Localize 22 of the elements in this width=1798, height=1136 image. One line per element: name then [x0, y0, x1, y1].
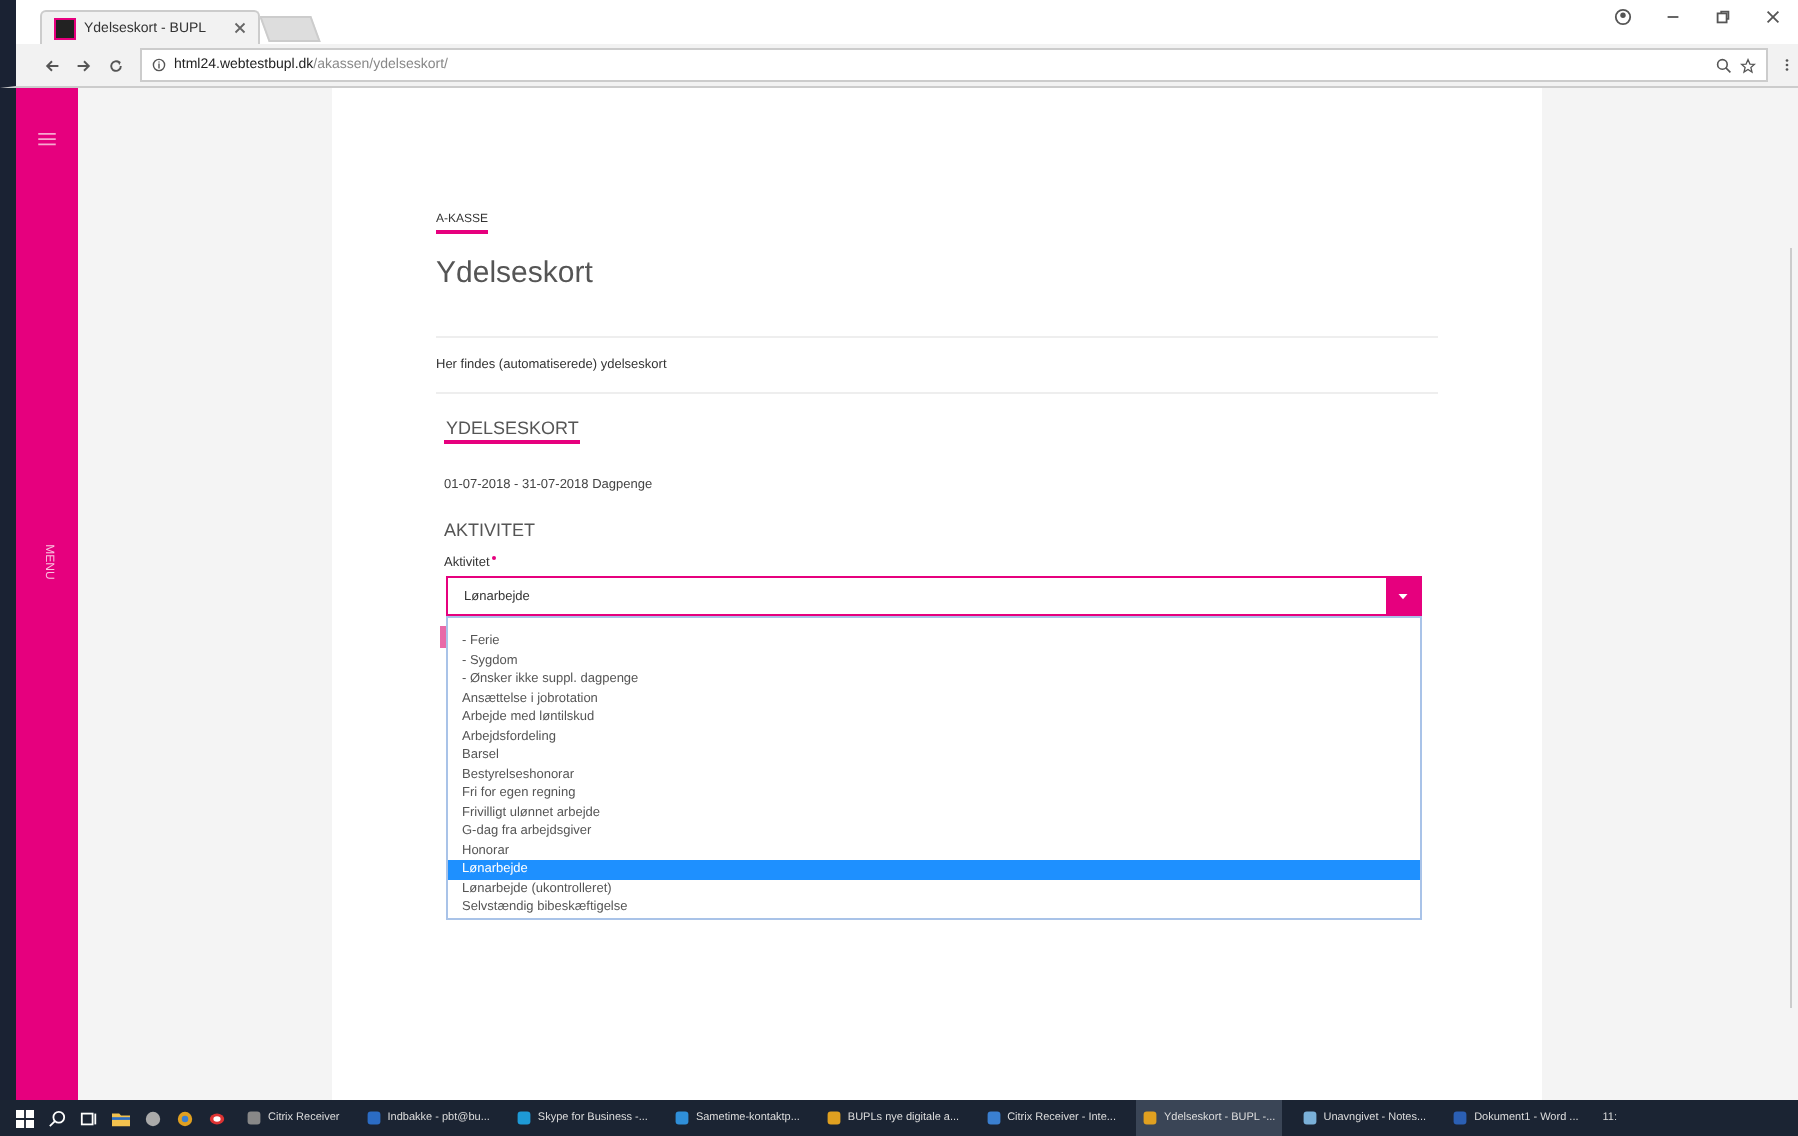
back-arrow-icon[interactable]	[44, 57, 60, 73]
folder-icon[interactable]	[112, 1109, 130, 1127]
page-title: Ydelseskort	[436, 256, 595, 290]
close-icon[interactable]	[234, 22, 246, 34]
close-icon[interactable]	[1764, 8, 1782, 26]
profile-icon[interactable]	[1614, 8, 1632, 26]
task-view-icon[interactable]	[80, 1109, 98, 1127]
star-icon[interactable]	[1740, 57, 1756, 73]
forward-arrow-icon[interactable]	[76, 57, 92, 73]
globe-icon[interactable]	[144, 1109, 162, 1127]
windows-start-icon[interactable]	[16, 1109, 34, 1127]
reload-icon[interactable]	[108, 57, 124, 73]
info-icon	[152, 58, 166, 72]
subsection-heading: AKTIVITET	[444, 520, 538, 540]
zoom-icon[interactable]	[1716, 57, 1732, 73]
site-favicon-icon	[54, 17, 76, 39]
section-heading: YDELSESKORT	[444, 418, 581, 444]
caret-icon	[1398, 593, 1408, 599]
search-icon[interactable]	[48, 1109, 66, 1127]
restore-icon[interactable]	[1714, 8, 1732, 26]
browser-icon[interactable]	[176, 1109, 194, 1127]
menu-icon[interactable]	[1784, 56, 1790, 74]
